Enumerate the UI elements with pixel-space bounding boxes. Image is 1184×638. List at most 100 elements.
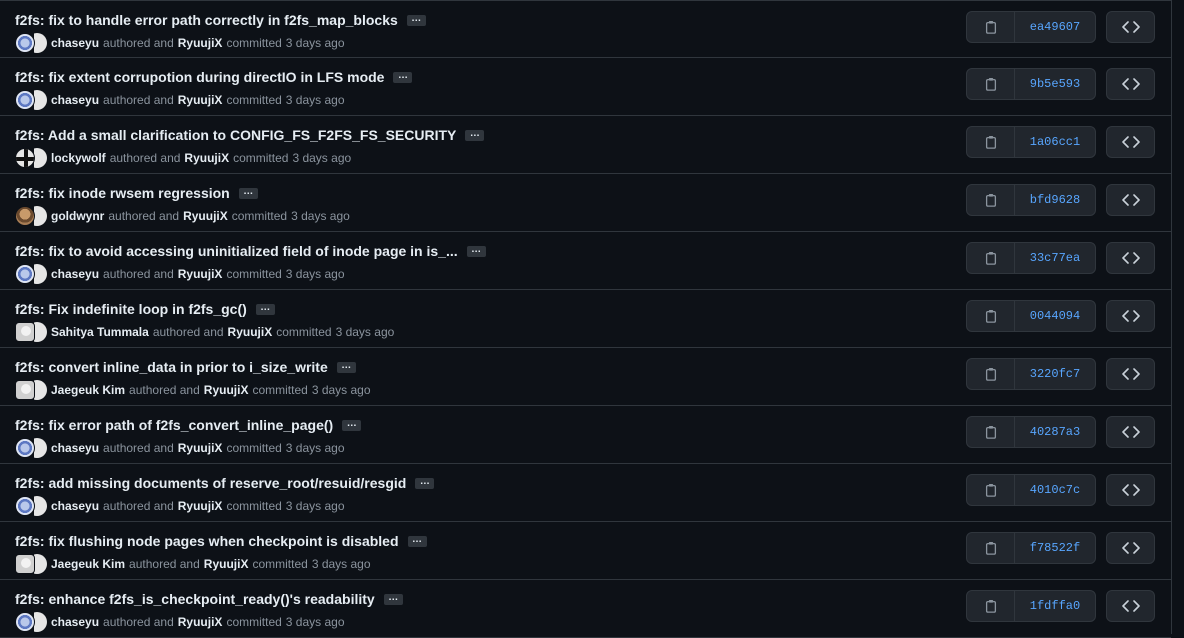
committed-label: committed — [252, 383, 308, 397]
copy-sha-button[interactable] — [967, 12, 1015, 42]
committer-link[interactable]: RyuujiX — [178, 498, 223, 514]
commit-message-link[interactable]: f2fs: fix to handle error path correctly… — [15, 11, 398, 29]
author-avatar[interactable] — [15, 612, 35, 632]
commit-sha-link[interactable]: 1fdffa0 — [1015, 591, 1095, 621]
copy-sha-button[interactable] — [967, 475, 1015, 505]
author-avatar[interactable] — [15, 206, 35, 226]
committer-link[interactable]: RyuujiX — [183, 208, 228, 224]
commit-sha-link[interactable]: 40287a3 — [1015, 417, 1095, 447]
copy-sha-button[interactable] — [967, 69, 1015, 99]
copy-sha-button[interactable] — [967, 533, 1015, 563]
commit-message-link[interactable]: f2fs: enhance f2fs_is_checkpoint_ready()… — [15, 590, 375, 608]
browse-repo-button[interactable] — [1106, 126, 1155, 158]
commit-list: f2fs: fix to handle error path correctly… — [0, 0, 1172, 638]
browse-repo-button[interactable] — [1106, 300, 1155, 332]
code-icon — [1121, 368, 1140, 380]
commit-sha-link[interactable]: 9b5e593 — [1015, 69, 1095, 99]
author-link[interactable]: chaseyu — [51, 614, 99, 630]
commit-message-link[interactable]: f2fs: Add a small clarification to CONFI… — [15, 126, 456, 144]
author-link[interactable]: Jaegeuk Kim — [51, 382, 125, 398]
copy-sha-button[interactable] — [967, 185, 1015, 215]
copy-sha-button[interactable] — [967, 591, 1015, 621]
committer-link[interactable]: RyuujiX — [204, 382, 249, 398]
copy-sha-button[interactable] — [967, 417, 1015, 447]
avatar-stack — [15, 496, 47, 516]
commit-sha-link[interactable]: 3220fc7 — [1015, 359, 1095, 389]
commit-message-line: f2fs: fix to handle error path correctly… — [15, 11, 426, 29]
commit-message-link[interactable]: f2fs: fix inode rwsem regression — [15, 184, 230, 202]
author-avatar[interactable] — [15, 554, 35, 574]
author-link[interactable]: Jaegeuk Kim — [51, 556, 125, 572]
author-link[interactable]: chaseyu — [51, 498, 99, 514]
expand-message-button[interactable]: … — [406, 13, 426, 26]
browse-repo-button[interactable] — [1106, 416, 1155, 448]
browse-repo-button[interactable] — [1106, 184, 1155, 216]
commit-message-link[interactable]: f2fs: fix to avoid accessing uninitializ… — [15, 242, 458, 260]
author-link[interactable]: chaseyu — [51, 92, 99, 108]
author-avatar[interactable] — [15, 264, 35, 284]
committer-link[interactable]: RyuujiX — [178, 614, 223, 630]
expand-message-button[interactable]: … — [383, 592, 403, 605]
commit-sha-link[interactable]: 1a06cc1 — [1015, 127, 1095, 157]
author-link[interactable]: chaseyu — [51, 35, 99, 51]
browse-repo-button[interactable] — [1106, 242, 1155, 274]
browse-repo-button[interactable] — [1106, 68, 1155, 100]
browse-repo-button[interactable] — [1106, 590, 1155, 622]
commit-sha-link[interactable]: 4010c7c — [1015, 475, 1095, 505]
expand-message-button[interactable]: … — [238, 186, 258, 199]
author-avatar[interactable] — [15, 322, 35, 342]
author-link[interactable]: chaseyu — [51, 440, 99, 456]
committer-link[interactable]: RyuujiX — [178, 92, 223, 108]
commit-message-link[interactable]: f2fs: fix extent corrupotion during dire… — [15, 68, 384, 86]
commit-sha-link[interactable]: f78522f — [1015, 533, 1095, 563]
commit-sha-link[interactable]: 33c77ea — [1015, 243, 1095, 273]
expand-message-button[interactable]: … — [342, 418, 362, 431]
copy-sha-button[interactable] — [967, 243, 1015, 273]
author-avatar[interactable] — [15, 496, 35, 516]
committer-link[interactable]: RyuujiX — [184, 150, 229, 166]
copy-sha-button[interactable] — [967, 127, 1015, 157]
expand-message-button[interactable]: … — [336, 360, 356, 373]
author-avatar[interactable] — [15, 148, 35, 168]
commit-sha-link[interactable]: bfd9628 — [1015, 185, 1095, 215]
author-link[interactable]: Sahitya Tummala — [51, 324, 149, 340]
author-avatar[interactable] — [15, 33, 35, 53]
committer-link[interactable]: RyuujiX — [228, 324, 273, 340]
commit-message-link[interactable]: f2fs: fix error path of f2fs_convert_inl… — [15, 416, 333, 434]
copy-icon — [985, 21, 996, 34]
expand-message-button[interactable]: … — [466, 244, 486, 257]
relative-time: 3 days ago — [335, 325, 395, 339]
commit-message-line: f2fs: fix flushing node pages when check… — [15, 532, 427, 550]
author-avatar[interactable] — [15, 380, 35, 400]
committer-link[interactable]: RyuujiX — [178, 440, 223, 456]
author-link[interactable]: goldwynr — [51, 208, 104, 224]
expand-message-button[interactable]: … — [255, 302, 275, 315]
copy-sha-button[interactable] — [967, 301, 1015, 331]
avatar-stack — [15, 554, 47, 574]
commit-message-link[interactable]: f2fs: Fix indefinite loop in f2fs_gc() — [15, 300, 247, 318]
copy-sha-button[interactable] — [967, 359, 1015, 389]
authored-and-label: authored and — [103, 267, 174, 281]
expand-message-button[interactable]: … — [415, 476, 435, 489]
commit-sha-link[interactable]: ea49607 — [1015, 12, 1095, 42]
commit-message-link[interactable]: f2fs: fix flushing node pages when check… — [15, 532, 399, 550]
browse-repo-button[interactable] — [1106, 532, 1155, 564]
author-avatar[interactable] — [15, 438, 35, 458]
browse-repo-button[interactable] — [1106, 11, 1155, 43]
author-link[interactable]: lockywolf — [51, 150, 106, 166]
committer-link[interactable]: RyuujiX — [178, 35, 223, 51]
browse-repo-button[interactable] — [1106, 358, 1155, 390]
expand-message-button[interactable]: … — [407, 534, 427, 547]
author-avatar[interactable] — [15, 90, 35, 110]
expand-message-button[interactable]: … — [465, 128, 485, 141]
committer-link[interactable]: RyuujiX — [178, 266, 223, 282]
commit-row: f2fs: fix flushing node pages when check… — [0, 522, 1171, 580]
browse-repo-button[interactable] — [1106, 474, 1155, 506]
commit-message-link[interactable]: f2fs: add missing documents of reserve_r… — [15, 474, 406, 492]
committed-label: committed — [226, 441, 282, 455]
author-link[interactable]: chaseyu — [51, 266, 99, 282]
commit-message-link[interactable]: f2fs: convert inline_data in prior to i_… — [15, 358, 328, 376]
commit-sha-link[interactable]: 0044094 — [1015, 301, 1095, 331]
committer-link[interactable]: RyuujiX — [204, 556, 249, 572]
expand-message-button[interactable]: … — [393, 70, 413, 83]
